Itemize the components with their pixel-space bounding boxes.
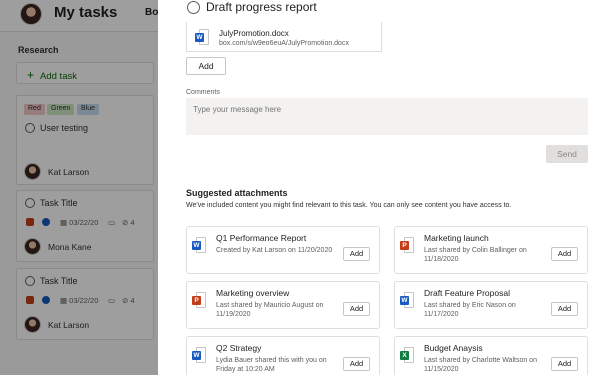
suggested-attachment-card[interactable]: W Draft Feature Proposal Last shared by … <box>394 281 588 329</box>
add-attachment-button[interactable]: Add <box>186 57 226 75</box>
task-detail-panel: Draft progress report W JulyPromotion.do… <box>158 0 600 375</box>
attachment-title: Marketing launch <box>424 233 489 243</box>
task-title[interactable]: Draft progress report <box>206 0 317 14</box>
word-icon: W <box>195 29 209 45</box>
attachment-title: Budget Anaysis <box>424 343 483 353</box>
attachment-meta: Last shared by Eric Nason on 11/17/2020 <box>424 302 516 318</box>
attachment-title: Q1 Performance Report <box>216 233 307 243</box>
excel-icon: X <box>400 347 414 363</box>
add-suggested-button[interactable]: Add <box>343 247 370 261</box>
attachment-title: Q2 Strategy <box>216 343 262 353</box>
suggested-attachment-card[interactable]: W Q1 Performance Report Created by Kat L… <box>186 226 380 274</box>
add-suggested-button[interactable]: Add <box>551 247 578 261</box>
attachment-meta: Created by Kat Larson on 11/20/2020 <box>216 247 333 254</box>
suggested-attachment-card[interactable]: P Marketing launch Last shared by Colin … <box>394 226 588 274</box>
modal-overlay[interactable] <box>0 0 158 375</box>
attachment-meta: Last shared by Mauricio August on 11/19/… <box>216 302 324 318</box>
powerpoint-icon: P <box>192 292 206 308</box>
suggested-attachment-card[interactable]: P Marketing overview Last shared by Maur… <box>186 281 380 329</box>
attached-file[interactable]: W JulyPromotion.docx box.com/s/w9eo6euA/… <box>186 22 382 52</box>
file-name: JulyPromotion.docx <box>219 29 289 38</box>
suggested-attachments-description: We've included content you might find re… <box>186 202 512 209</box>
attachment-meta: Lydia Bauer shared this with you on Frid… <box>216 357 327 373</box>
add-suggested-button[interactable]: Add <box>551 357 578 371</box>
attachment-meta: Last shared by Colin Ballinger on 11/18/… <box>424 247 527 263</box>
send-button[interactable]: Send <box>546 145 588 163</box>
comment-input[interactable] <box>186 98 588 135</box>
word-icon: W <box>400 292 414 308</box>
suggested-attachments-title: Suggested attachments <box>186 188 288 198</box>
powerpoint-icon: P <box>400 237 414 253</box>
file-url: box.com/s/w9eo6euA/JulyPromotion.docx <box>219 40 349 47</box>
word-icon: W <box>192 237 206 253</box>
complete-task-checkbox[interactable] <box>187 1 200 14</box>
attachment-meta: Last shared by Charlotte Waltson on 11/1… <box>424 357 537 373</box>
add-suggested-button[interactable]: Add <box>343 357 370 371</box>
word-icon: W <box>192 347 206 363</box>
add-suggested-button[interactable]: Add <box>343 302 370 316</box>
suggested-attachment-card[interactable]: X Budget Anaysis Last shared by Charlott… <box>394 336 588 375</box>
attachment-title: Marketing overview <box>216 288 290 298</box>
comments-label: Comments <box>186 89 220 96</box>
panel-header: Draft progress report <box>158 0 600 20</box>
suggested-attachment-card[interactable]: W Q2 Strategy Lydia Bauer shared this wi… <box>186 336 380 375</box>
attachment-title: Draft Feature Proposal <box>424 288 510 298</box>
add-suggested-button[interactable]: Add <box>551 302 578 316</box>
